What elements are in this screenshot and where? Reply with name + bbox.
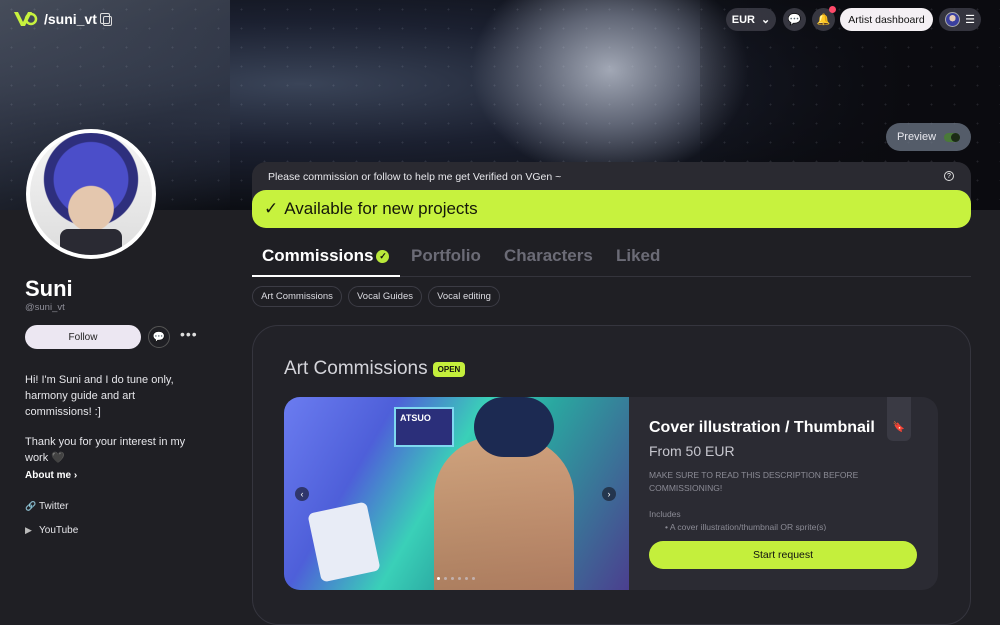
preview-toggle[interactable]: Preview	[886, 123, 971, 151]
tab-characters[interactable]: Characters	[504, 246, 593, 266]
social-label: YouTube	[39, 525, 79, 536]
chevron-left-icon[interactable]: ‹	[295, 487, 309, 501]
section-title: Art Commissions	[284, 358, 428, 379]
chat-bubble-icon: 💬	[152, 331, 166, 343]
toggle-switch	[944, 132, 961, 142]
carousel-dot[interactable]	[472, 577, 475, 580]
commission-title[interactable]: Cover illustration / Thumbnail	[649, 419, 875, 437]
notice-text: Please commission or follow to help me g…	[268, 171, 562, 183]
commission-price: From 50 EUR	[649, 443, 735, 459]
includes-item: • A cover illustration/thumbnail OR spri…	[665, 522, 827, 531]
profile-handle: /suni_vt	[44, 11, 97, 27]
carousel-dot[interactable]	[458, 577, 461, 580]
about-me-link[interactable]: About me ›	[25, 470, 77, 481]
availability-banner: ✓ Available for new projects	[252, 190, 971, 228]
carousel-dot[interactable]	[451, 577, 454, 580]
currency-select[interactable]: EUR ⌄	[726, 8, 776, 31]
chip-vocal-guides[interactable]: Vocal Guides	[348, 286, 422, 307]
carousel-dot[interactable]	[437, 577, 440, 580]
profile-tabs: Commissions ✓ Portfolio Characters Liked	[252, 246, 971, 277]
tab-commissions[interactable]: Commissions ✓	[262, 246, 390, 266]
profile-bio: Hi! I'm Suni and I do tune only, harmony…	[25, 374, 174, 418]
start-request-button[interactable]: Start request	[649, 541, 917, 569]
bell-icon: 🔔	[816, 14, 831, 26]
profile-name: Suni	[25, 276, 73, 301]
preview-label: Preview	[896, 131, 937, 143]
artist-dashboard-button[interactable]: Artist dashboard	[840, 8, 933, 31]
checkmark-icon: ✓	[264, 199, 279, 218]
link-icon: 🔗	[25, 501, 37, 511]
social-link-youtube[interactable]: ▶ YouTube	[25, 525, 78, 536]
message-button[interactable]: 💬	[148, 326, 170, 348]
active-tab-indicator	[252, 275, 400, 277]
profile-username: @suni_vt	[25, 302, 65, 313]
keyboard-art	[307, 501, 381, 583]
help-icon[interactable]: ?	[944, 171, 954, 181]
profile-avatar	[26, 129, 156, 259]
status-badge: OPEN	[433, 362, 465, 377]
avatar	[945, 12, 961, 27]
character-hair-art	[474, 397, 554, 457]
chip-art-commissions[interactable]: Art Commissions	[252, 286, 342, 307]
follow-button[interactable]: Follow	[25, 325, 141, 349]
chevron-right-icon[interactable]: ›	[602, 487, 616, 501]
profile-bio-thanks: Thank you for your interest in my work 🖤	[25, 436, 186, 464]
tab-liked[interactable]: Liked	[616, 246, 660, 266]
commission-card-image[interactable]: ATSUO	[284, 397, 629, 590]
carousel-dots	[437, 577, 475, 580]
vgen-logo-icon[interactable]	[12, 8, 38, 30]
commission-description: MAKE SURE TO READ THIS DESCRIPTION BEFOR…	[649, 470, 859, 493]
menu-icon: ☰	[965, 14, 975, 26]
currency-value: EUR	[731, 13, 755, 26]
tab-portfolio[interactable]: Portfolio	[411, 246, 481, 266]
tab-label: Commissions	[262, 246, 374, 265]
chip-vocal-editing[interactable]: Vocal editing	[428, 286, 500, 307]
notification-dot	[829, 6, 836, 13]
includes-label: Includes	[649, 509, 681, 519]
availability-text: Available for new projects	[284, 199, 478, 218]
carousel-dot[interactable]	[444, 577, 447, 580]
bookmark-button[interactable]: 🔖	[887, 397, 911, 441]
chevron-down-icon: ⌄	[761, 14, 771, 26]
verified-check-icon: ✓	[376, 250, 390, 263]
social-link-twitter[interactable]: 🔗 Twitter	[25, 501, 68, 512]
copy-icon[interactable]	[100, 13, 112, 26]
social-label: Twitter	[39, 501, 69, 512]
account-menu[interactable]: ☰	[939, 8, 981, 31]
carousel-dot[interactable]	[465, 577, 468, 580]
bookmark-icon: 🔖	[892, 422, 906, 433]
chat-bubble-icon: 💬	[787, 14, 802, 26]
poster-text: ATSUO	[394, 407, 454, 447]
youtube-icon: ▶	[25, 525, 32, 535]
character-art	[434, 437, 574, 590]
more-options-button[interactable]: •••	[180, 326, 198, 342]
messages-button[interactable]: 💬	[783, 8, 806, 31]
notifications-button[interactable]: 🔔	[812, 6, 836, 31]
